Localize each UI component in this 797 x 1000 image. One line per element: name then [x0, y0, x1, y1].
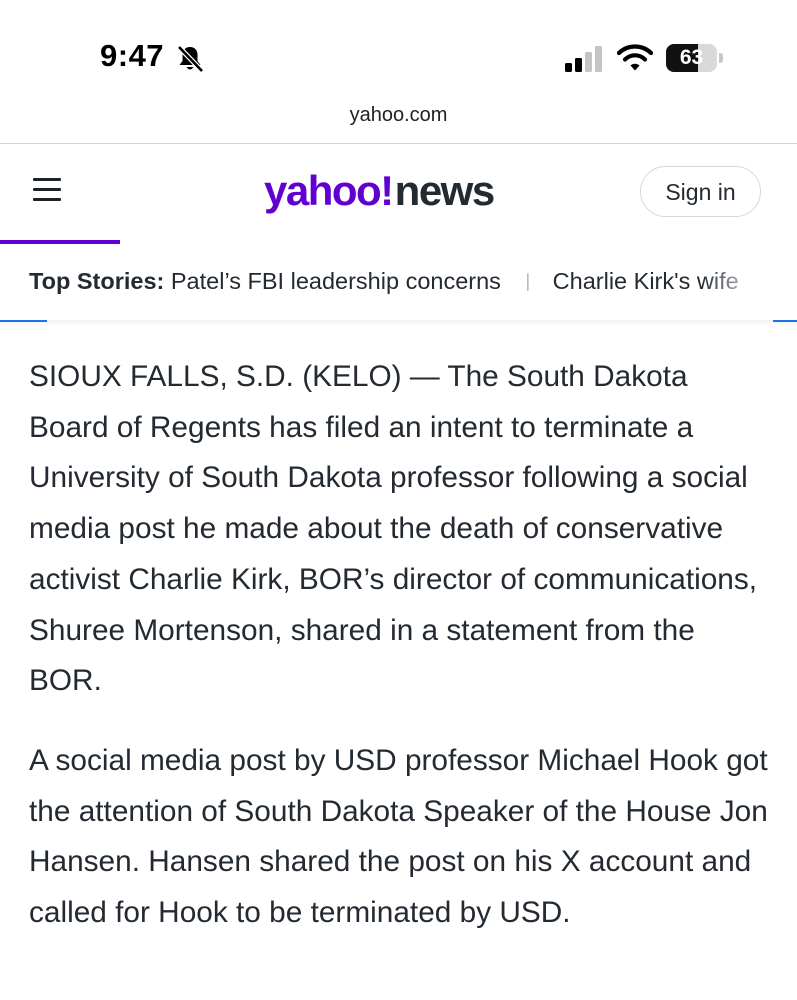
sign-in-button[interactable]: Sign in [640, 166, 761, 217]
scroll-indicator-left [0, 320, 47, 322]
article-paragraph: SIOUX FALLS, S.D. (KELO) — The South Dak… [29, 360, 758, 698]
battery-tip [719, 53, 723, 63]
hamburger-menu-icon[interactable] [33, 178, 61, 202]
scroll-indicator-right [773, 320, 797, 322]
wifi-icon [617, 44, 653, 71]
battery-icon: 63 [666, 44, 724, 72]
status-time: 9:47 [100, 38, 165, 73]
battery-body: 63 [666, 44, 717, 72]
logo-news-text: news [394, 167, 496, 214]
top-stories-shadow [0, 320, 797, 326]
address-bar-url[interactable]: yahoo.com [0, 104, 797, 127]
top-story-link[interactable]: Patel’s FBI leadership concerns [171, 268, 501, 294]
top-stories-row: Top Stories: Patel’s FBI leadership conc… [29, 268, 739, 295]
top-stories-fade [702, 244, 772, 322]
yahoo-news-logo[interactable]: yahoo!news [264, 166, 496, 216]
top-stories-label: Top Stories: [29, 268, 165, 294]
battery-percent: 63 [679, 46, 704, 69]
bell-slash-icon [177, 45, 204, 73]
logo-yahoo-text: yahoo! [264, 167, 394, 214]
article-paragraph: A social media post by USD professor Mic… [29, 743, 768, 930]
article-body: SIOUX FALLS, S.D. (KELO) — The South Dak… [29, 352, 774, 968]
top-stories-bar: Top Stories: Patel’s FBI leadership conc… [0, 244, 797, 322]
cellular-signal-icon [565, 46, 602, 72]
site-header: yahoo!news Sign in [0, 144, 797, 244]
top-stories-separator: | [525, 271, 531, 291]
status-bar: 9:47 63 yahoo.com [0, 0, 797, 126]
